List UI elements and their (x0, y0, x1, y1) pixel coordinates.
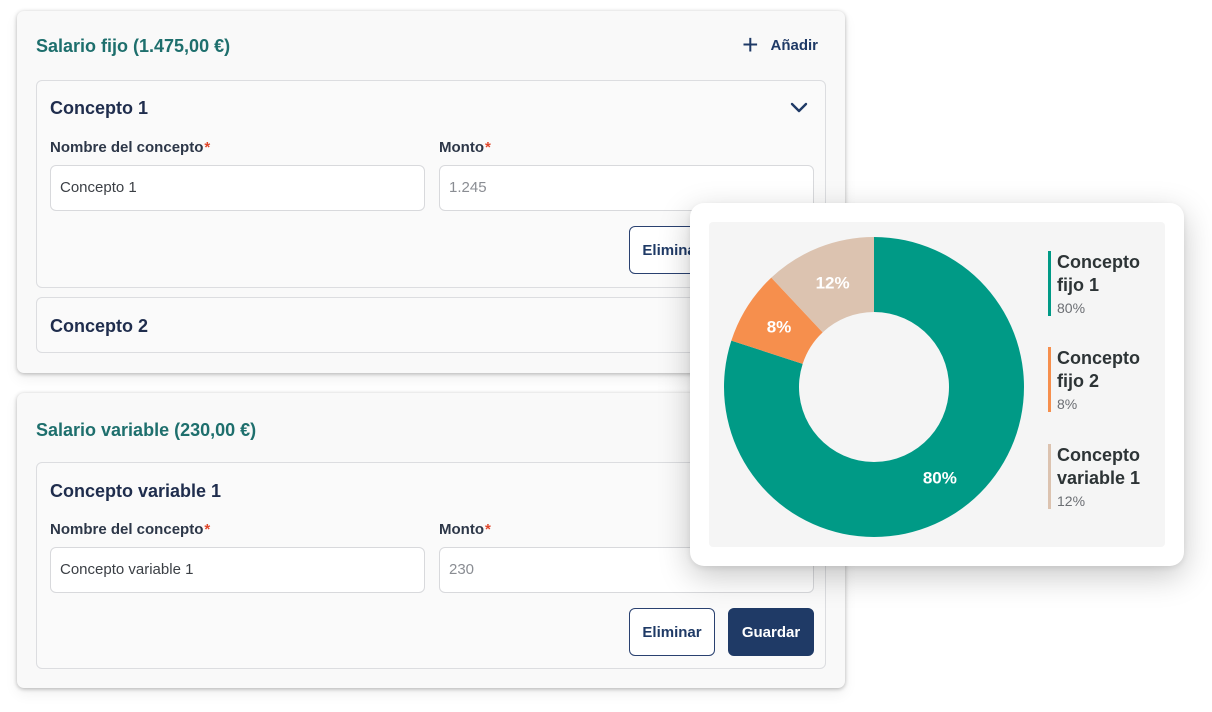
legend-name: Concepto variable 1 (1057, 445, 1141, 488)
concept-2-title: Concepto 2 (50, 316, 149, 336)
required-mark: * (204, 139, 211, 156)
legend-name: Concepto fijo 2 (1057, 348, 1140, 391)
legend-percent: 80% (1057, 300, 1086, 316)
concept-name-label-text: Nombre del concepto (50, 139, 204, 156)
donut-slice-label-2: 8% (767, 318, 792, 337)
save-button[interactable]: Guardar (728, 608, 814, 656)
concept-name-input[interactable]: Concepto 1 (50, 165, 425, 211)
variable-salary-title: Salario variable (230,00 €) (36, 420, 257, 440)
concept-name-label-text: Nombre del concepto (50, 521, 204, 538)
concept-name-label: Nombre del concepto* (50, 139, 210, 156)
amount-label: Monto* (439, 521, 491, 538)
donut-chart: 80% 8% 12% (724, 237, 1024, 537)
legend-item-2: Concepto fijo 2 8% (1048, 347, 1158, 412)
donut-slice-label-3: 12% (816, 273, 850, 292)
fixed-salary-title: Salario fijo (1.475,00 €) (36, 36, 231, 56)
concept-name-input[interactable]: Concepto variable 1 (50, 547, 425, 593)
add-label: Añadir (770, 36, 818, 54)
chart-panel: 80% 8% 12% Concepto fijo 1 80% Concepto fijo… (709, 222, 1165, 547)
required-mark: * (484, 521, 491, 538)
concept-name-label: Nombre del concepto* (50, 521, 210, 538)
donut-slice-label-1: 80% (923, 469, 957, 488)
variable-concept-1-title: Concepto variable 1 (50, 481, 222, 501)
legend-percent: 12% (1057, 493, 1086, 509)
legend-item-3: Concepto variable 1 12% (1048, 444, 1158, 509)
plus-icon: + (742, 29, 759, 60)
legend-item-1: Concepto fijo 1 80% (1048, 251, 1158, 316)
chevron-down-icon[interactable] (789, 100, 809, 114)
amount-label-text: Monto (439, 521, 484, 538)
chart-popup: 80% 8% 12% Concepto fijo 1 80% Concepto fijo… (690, 203, 1184, 566)
delete-button[interactable]: Eliminar (629, 608, 715, 656)
required-mark: * (204, 521, 211, 538)
amount-label: Monto* (439, 139, 491, 156)
add-button[interactable]: + Añadir (742, 29, 818, 60)
legend-percent: 8% (1057, 396, 1078, 412)
required-mark: * (484, 139, 491, 156)
amount-label-text: Monto (439, 139, 484, 156)
legend-name: Concepto fijo 1 (1057, 252, 1140, 295)
concept-1-title: Concepto 1 (50, 98, 149, 118)
